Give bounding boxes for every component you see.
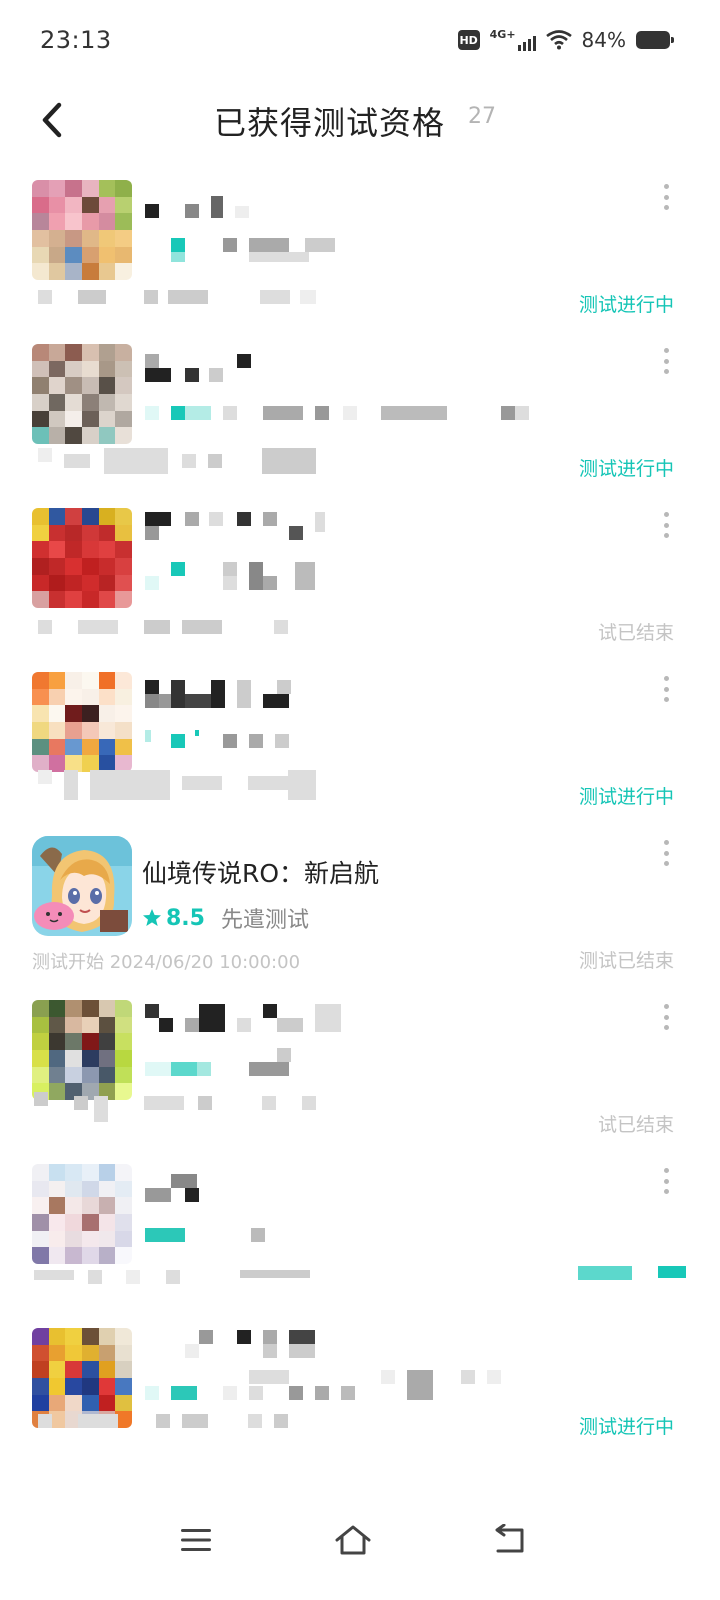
app-icon (32, 1328, 132, 1428)
game-icon-illustration (32, 836, 132, 936)
start-time-redacted (38, 290, 318, 304)
battery-percent: 84% (581, 28, 626, 52)
app-name-redacted (145, 354, 265, 384)
app-icon (32, 180, 132, 280)
list-item[interactable]: 试已结束 (0, 496, 720, 660)
qualification-list: 测试进行中 测试进行中 试已结束 测试进行中 仙境传说RO：新启航 8.5 先遣… (0, 168, 720, 1480)
home-button[interactable] (313, 1500, 393, 1580)
rating-redacted (145, 238, 345, 268)
start-time-redacted (38, 620, 298, 634)
page-title: 已获得测试资格 (214, 104, 446, 142)
chevron-left-icon (42, 102, 62, 138)
list-item[interactable]: 测试进行中 (0, 168, 720, 332)
test-status: 测试进行中 (578, 294, 674, 316)
app-icon (32, 1164, 132, 1264)
more-options-button[interactable] (660, 346, 672, 376)
more-options-button[interactable] (660, 1166, 672, 1196)
app-name-redacted (145, 680, 305, 712)
status-time: 23:13 (40, 26, 112, 54)
test-status: 测试进行中 (578, 786, 674, 808)
more-options-button[interactable] (660, 838, 672, 868)
rating-redacted (145, 730, 295, 748)
rating: 8.5 (142, 906, 205, 931)
cellular-signal-icon: 4G+ (490, 29, 536, 51)
rating-redacted (145, 1370, 505, 1400)
list-item[interactable]: 测试进行中 (0, 332, 720, 496)
more-options-button[interactable] (660, 674, 672, 704)
menu-icon (181, 1529, 211, 1551)
app-name-redacted (145, 1004, 355, 1034)
more-options-button[interactable] (660, 182, 672, 212)
more-options-button[interactable] (660, 1002, 672, 1032)
rating-redacted (145, 406, 535, 420)
app-icon (32, 1000, 132, 1100)
test-status: 测试进行中 (578, 1416, 674, 1438)
test-status: 试已结束 (597, 622, 674, 644)
status-redacted (578, 1266, 686, 1280)
return-icon (495, 1524, 524, 1553)
start-time-redacted (38, 770, 328, 800)
app-name: 仙境传说RO：新启航 (142, 859, 380, 888)
start-time: 测试开始 2024/06/20 10:00:00 (32, 952, 301, 973)
app-name-redacted (145, 196, 255, 222)
test-type: 先遣测试 (220, 908, 309, 933)
rating-redacted (145, 1048, 305, 1076)
start-time-redacted (34, 1092, 324, 1122)
rating-value: 8.5 (166, 905, 205, 931)
qualification-count: 27 (468, 104, 496, 129)
back-nav-button[interactable] (470, 1500, 550, 1580)
app-icon (32, 672, 132, 772)
home-icon (335, 1525, 371, 1555)
list-item[interactable]: 测试进行中 (0, 1316, 720, 1480)
test-status: 测试进行中 (578, 458, 674, 480)
list-item[interactable]: 测试进行中 (0, 660, 720, 824)
app-icon (32, 836, 132, 936)
list-item[interactable] (0, 1152, 720, 1316)
network-type-label: 4G+ (489, 28, 516, 41)
list-item[interactable]: 试已结束 (0, 988, 720, 1152)
menu-button[interactable] (156, 1500, 236, 1580)
page-header: 已获得测试资格 27 (0, 80, 720, 160)
app-name-redacted (145, 512, 335, 548)
hd-icon: HD (457, 30, 480, 50)
star-icon (143, 909, 161, 926)
start-time-redacted (34, 1270, 324, 1284)
wifi-icon (545, 30, 572, 50)
status-icons: HD 4G+ 84% (457, 26, 674, 54)
system-navigation-bar (0, 1480, 720, 1600)
battery-icon (636, 31, 674, 49)
test-status: 测试已结束 (578, 950, 674, 972)
app-name-redacted (145, 1330, 325, 1360)
app-name-redacted (145, 1174, 205, 1204)
more-options-button[interactable] (660, 510, 672, 540)
back-button[interactable] (30, 98, 74, 142)
rating-row: 8.5 先遣测试 (142, 902, 309, 934)
start-time-redacted (38, 1414, 298, 1428)
test-status: 试已结束 (597, 1114, 674, 1136)
app-icon (32, 508, 132, 608)
rating-redacted (145, 1228, 275, 1242)
rating-redacted (145, 562, 325, 590)
start-time-redacted (38, 448, 328, 474)
app-icon (32, 344, 132, 444)
status-bar: 23:13 HD 4G+ 84% (0, 0, 720, 80)
list-item[interactable]: 仙境传说RO：新启航 8.5 先遣测试 测试开始 2024/06/20 10:0… (0, 824, 720, 988)
